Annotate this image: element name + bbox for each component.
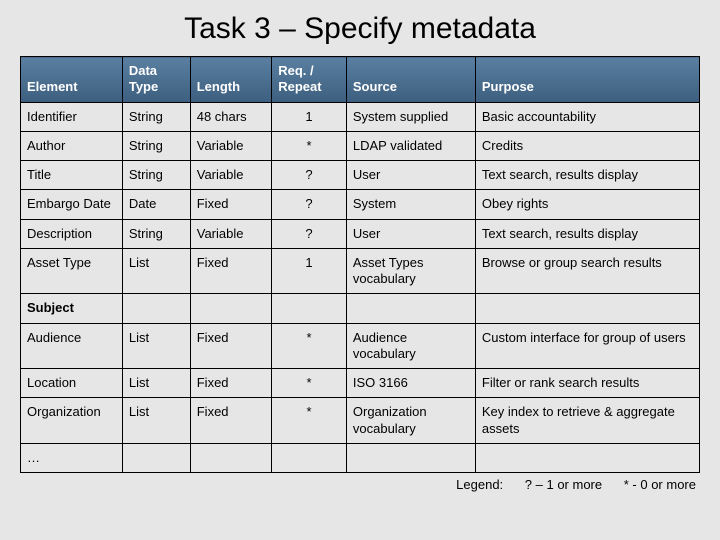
cell-datatype: Date	[122, 190, 190, 219]
cell-datatype: List	[122, 369, 190, 398]
cell-source: ISO 3166	[346, 369, 475, 398]
legend-q: ? – 1 or more	[525, 477, 602, 492]
blank-cell	[190, 443, 271, 472]
blank-cell	[475, 294, 699, 323]
cell-length: Fixed	[190, 369, 271, 398]
blank-cell	[272, 443, 347, 472]
cell-length: Variable	[190, 131, 271, 160]
table-row: Organization List Fixed * Organization v…	[21, 398, 700, 444]
cell-source: System	[346, 190, 475, 219]
cell-length: 48 chars	[190, 102, 271, 131]
cell-source: Organization vocabulary	[346, 398, 475, 444]
cell-element: Organization	[21, 398, 123, 444]
cell-length: Fixed	[190, 190, 271, 219]
cell-datatype: String	[122, 131, 190, 160]
cell-element: Identifier	[21, 102, 123, 131]
cell-req: *	[272, 323, 347, 369]
table-row: Location List Fixed * ISO 3166 Filter or…	[21, 369, 700, 398]
table-row: Embargo Date Date Fixed ? System Obey ri…	[21, 190, 700, 219]
table-row: Title String Variable ? User Text search…	[21, 161, 700, 190]
cell-length: Fixed	[190, 323, 271, 369]
cell-element: Description	[21, 219, 123, 248]
cell-req: ?	[272, 190, 347, 219]
cell-source: Audience vocabulary	[346, 323, 475, 369]
table-row: Author String Variable * LDAP validated …	[21, 131, 700, 160]
blank-cell	[272, 294, 347, 323]
cell-element: Asset Type	[21, 248, 123, 294]
cell-purpose: Credits	[475, 131, 699, 160]
cell-purpose: Key index to retrieve & aggregate assets	[475, 398, 699, 444]
cell-req: ?	[272, 161, 347, 190]
slide: Task 3 – Specify metadata Element Data T…	[0, 0, 720, 540]
cell-length: Variable	[190, 219, 271, 248]
blank-cell	[122, 294, 190, 323]
cell-datatype: String	[122, 102, 190, 131]
legend-star: * - 0 or more	[624, 477, 696, 492]
col-element: Element	[21, 57, 123, 103]
cell-req: *	[272, 131, 347, 160]
cell-req: 1	[272, 102, 347, 131]
cell-datatype: String	[122, 161, 190, 190]
cell-req: *	[272, 369, 347, 398]
blank-cell	[346, 294, 475, 323]
cell-source: User	[346, 219, 475, 248]
table-row: Description String Variable ? User Text …	[21, 219, 700, 248]
cell-req: *	[272, 398, 347, 444]
blank-cell	[122, 443, 190, 472]
cell-element: Title	[21, 161, 123, 190]
cell-source: System supplied	[346, 102, 475, 131]
col-length: Length	[190, 57, 271, 103]
blank-cell	[346, 443, 475, 472]
col-req: Req. / Repeat	[272, 57, 347, 103]
cell-purpose: Basic accountability	[475, 102, 699, 131]
legend: Legend: ? – 1 or more * - 0 or more	[20, 477, 700, 492]
cell-req: ?	[272, 219, 347, 248]
col-source: Source	[346, 57, 475, 103]
ellipsis-row: …	[21, 443, 700, 472]
cell-purpose: Filter or rank search results	[475, 369, 699, 398]
cell-length: Fixed	[190, 248, 271, 294]
cell-element: Author	[21, 131, 123, 160]
cell-element: Embargo Date	[21, 190, 123, 219]
ellipsis-cell: …	[21, 443, 123, 472]
cell-element: Location	[21, 369, 123, 398]
cell-purpose: Text search, results display	[475, 161, 699, 190]
cell-purpose: Text search, results display	[475, 219, 699, 248]
cell-datatype: String	[122, 219, 190, 248]
blank-cell	[190, 294, 271, 323]
cell-purpose: Custom interface for group of users	[475, 323, 699, 369]
cell-source: User	[346, 161, 475, 190]
slide-title: Task 3 – Specify metadata	[20, 12, 700, 46]
cell-datatype: List	[122, 398, 190, 444]
cell-purpose: Obey rights	[475, 190, 699, 219]
cell-element: Audience	[21, 323, 123, 369]
table-row: Asset Type List Fixed 1 Asset Types voca…	[21, 248, 700, 294]
legend-label: Legend:	[456, 477, 503, 492]
cell-datatype: List	[122, 248, 190, 294]
cell-datatype: List	[122, 323, 190, 369]
section-row: Subject	[21, 294, 700, 323]
cell-length: Fixed	[190, 398, 271, 444]
section-label: Subject	[21, 294, 123, 323]
table-row: Identifier String 48 chars 1 System supp…	[21, 102, 700, 131]
metadata-table: Element Data Type Length Req. / Repeat S…	[20, 56, 700, 473]
cell-length: Variable	[190, 161, 271, 190]
cell-source: Asset Types vocabulary	[346, 248, 475, 294]
col-datatype: Data Type	[122, 57, 190, 103]
table-row: Audience List Fixed * Audience vocabular…	[21, 323, 700, 369]
cell-purpose: Browse or group search results	[475, 248, 699, 294]
cell-req: 1	[272, 248, 347, 294]
blank-cell	[475, 443, 699, 472]
table-header-row: Element Data Type Length Req. / Repeat S…	[21, 57, 700, 103]
col-purpose: Purpose	[475, 57, 699, 103]
cell-source: LDAP validated	[346, 131, 475, 160]
